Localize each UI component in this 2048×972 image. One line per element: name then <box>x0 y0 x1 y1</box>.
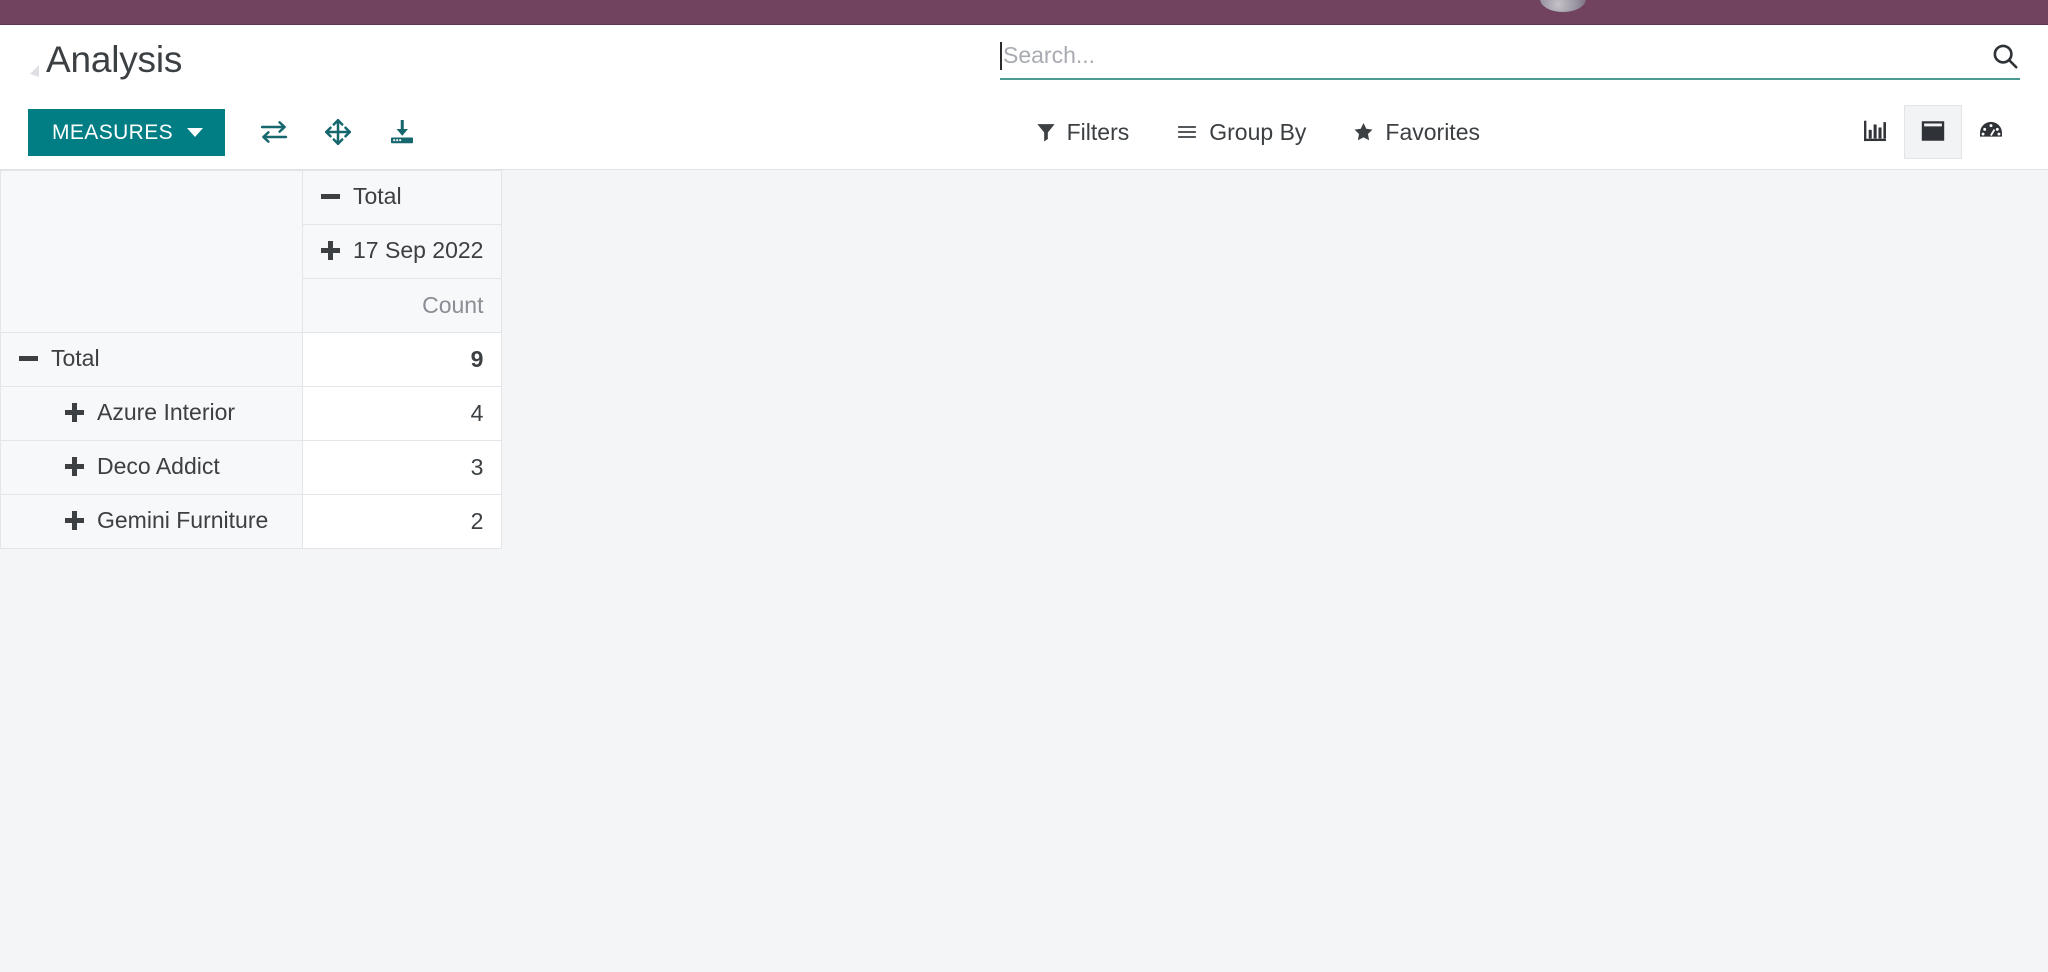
measures-button-label: MEASURES <box>52 120 174 144</box>
pivot-corner-cell <box>0 170 303 333</box>
dashboard-gauge-icon <box>1977 117 2005 148</box>
plus-icon <box>65 403 84 422</box>
text-cursor <box>1000 41 1002 70</box>
table-row: Gemini Furniture 2 <box>0 494 503 549</box>
measures-button[interactable]: MEASURES <box>28 108 226 156</box>
filter-funnel-icon <box>1035 121 1057 143</box>
pivot-table-body: Total 9 Azure Interior 4 Deco Addict 3 G… <box>0 332 503 549</box>
pivot-header-row-total: Total <box>0 170 503 333</box>
row-header-deco-addict[interactable]: Deco Addict <box>0 440 303 495</box>
dashboard-view-button[interactable] <box>1962 105 2020 159</box>
bars-icon <box>1175 121 1199 143</box>
pivot-view-content: Total 17 Sep 2022 Count Total 9 Azure In… <box>0 170 2048 972</box>
plus-icon <box>65 457 84 476</box>
cell-value[interactable]: 9 <box>301 332 503 387</box>
breadcrumb[interactable]: Analysis <box>28 39 182 81</box>
cell-value[interactable]: 4 <box>301 386 503 441</box>
search-box[interactable] <box>1000 41 2020 80</box>
table-row: Deco Addict 3 <box>0 440 503 495</box>
filters-menu[interactable]: Filters <box>1035 118 1130 146</box>
star-icon <box>1352 121 1375 143</box>
column-header-total[interactable]: Total <box>301 170 503 225</box>
search-area <box>182 41 2020 80</box>
flip-axis-icon[interactable] <box>259 117 289 147</box>
pivot-table-head: Total 17 Sep 2022 Count <box>0 170 503 333</box>
minus-icon <box>19 349 38 368</box>
favorites-menu[interactable]: Favorites <box>1352 119 1480 146</box>
pivot-view-icon <box>1919 117 1947 148</box>
plus-icon <box>65 511 84 530</box>
filter-menu-group: Filters Group By Favorites <box>1035 105 2020 159</box>
row-header-label: Gemini Furniture <box>97 507 269 533</box>
filters-menu-label: Filters <box>1066 118 1130 145</box>
expand-all-icon[interactable] <box>323 117 353 147</box>
group-by-menu[interactable]: Group By <box>1175 119 1306 146</box>
graph-view-icon <box>1861 117 1889 148</box>
chevron-down-icon <box>187 127 204 137</box>
row-header-label: Total <box>51 345 100 371</box>
view-switcher <box>1846 105 2020 159</box>
table-row: Azure Interior 4 <box>0 386 503 441</box>
row-header-gemini-furniture[interactable]: Gemini Furniture <box>0 494 303 549</box>
graph-view-button[interactable] <box>1846 105 1904 159</box>
control-panel: Analysis MEASURES <box>0 25 2048 170</box>
table-row: Total 9 <box>0 332 503 387</box>
pivot-view-button[interactable] <box>1904 105 1962 159</box>
minus-icon <box>321 187 340 206</box>
system-topbar <box>0 0 2048 25</box>
download-xlsx-icon[interactable] <box>387 117 417 147</box>
search-icon[interactable] <box>1990 41 2020 71</box>
column-header-total-label: Total <box>353 183 402 209</box>
row-header-label: Deco Addict <box>97 453 220 479</box>
row-header-total[interactable]: Total <box>0 332 303 387</box>
favorites-menu-label: Favorites <box>1385 118 1480 145</box>
search-input[interactable] <box>1003 42 1980 69</box>
column-header-date[interactable]: 17 Sep 2022 <box>301 224 503 279</box>
plus-icon <box>321 241 340 260</box>
column-header-date-label: 17 Sep 2022 <box>353 237 484 263</box>
column-header-measure[interactable]: Count <box>301 278 503 333</box>
group-by-menu-label: Group By <box>1209 118 1307 145</box>
pivot-toolbar: MEASURES <box>28 108 417 156</box>
row-header-azure-interior[interactable]: Azure Interior <box>0 386 303 441</box>
row-header-label: Azure Interior <box>97 399 236 425</box>
cell-value[interactable]: 3 <box>301 440 503 495</box>
partial-overlay-blob <box>1540 0 1586 12</box>
pivot-table: Total 17 Sep 2022 Count Total 9 Azure In… <box>0 170 503 549</box>
cell-value[interactable]: 2 <box>301 494 503 549</box>
